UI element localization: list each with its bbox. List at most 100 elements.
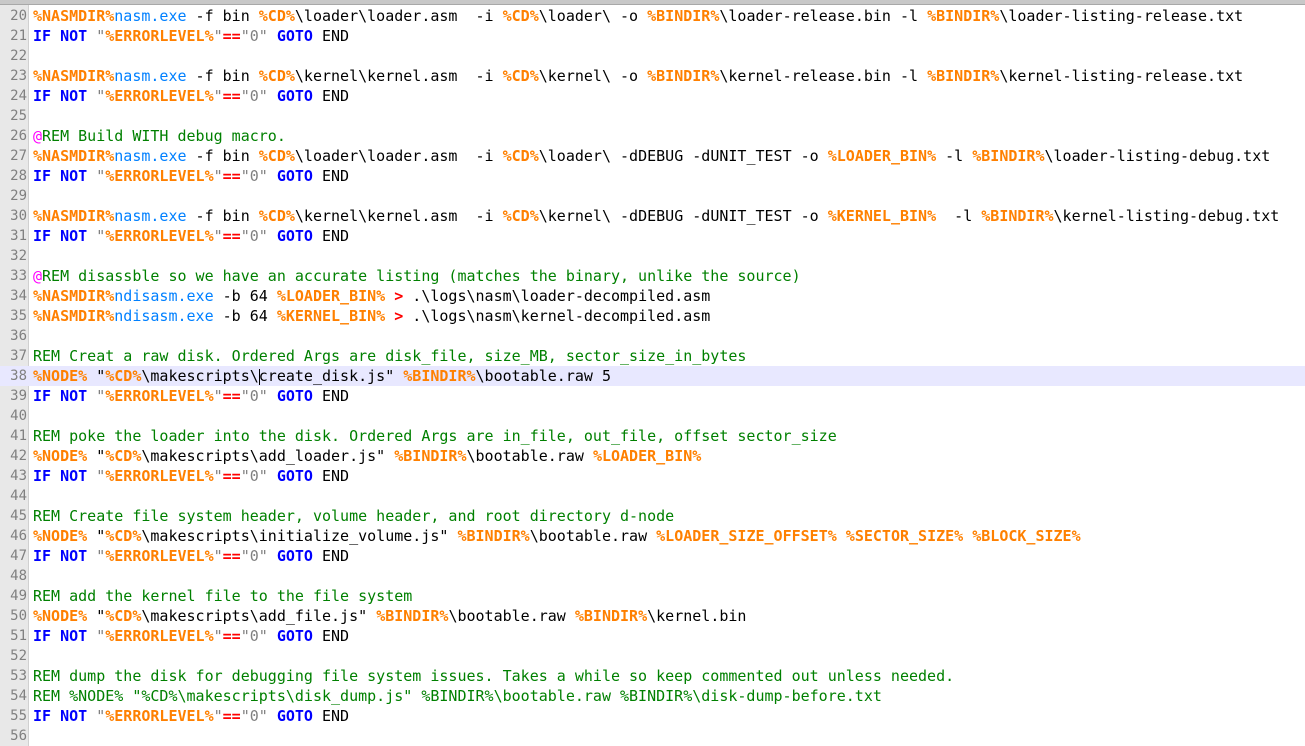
code-line[interactable]: 55 IF NOT "%ERRORLEVEL%"=="0" GOTO END [0, 706, 1305, 726]
code-line[interactable]: 44 [0, 486, 1305, 506]
code-line[interactable]: 43 IF NOT "%ERRORLEVEL%"=="0" GOTO END [0, 466, 1305, 486]
code-text[interactable]: IF NOT "%ERRORLEVEL%"=="0" GOTO END [33, 546, 1305, 566]
code-line[interactable]: 25 [0, 106, 1305, 126]
line-number: 46 [10, 528, 27, 544]
code-line[interactable]: 34 %NASMDIR%ndisasm.exe -b 64 %LOADER_BIN… [0, 286, 1305, 306]
code-text[interactable]: IF NOT "%ERRORLEVEL%"=="0" GOTO END [33, 386, 1305, 406]
variable-token: %NASMDIR% [33, 207, 115, 225]
text-token: \kernel-listing-debug.txt [1053, 207, 1280, 225]
code-line[interactable]: 49 REM add the kernel file to the file sy… [0, 586, 1305, 606]
code-line[interactable]: 23 %NASMDIR%nasm.exe -f bin %CD%\kernel\k… [0, 66, 1305, 86]
code-text[interactable]: REM Create file system header, volume he… [33, 506, 1305, 526]
code-line[interactable]: 56 [0, 726, 1305, 746]
code-line[interactable]: 36 [0, 326, 1305, 346]
code-text[interactable]: REM dump the disk for debugging file sys… [33, 666, 1305, 686]
code-line[interactable]: 33 @REM disassble so we have an accurate … [0, 266, 1305, 286]
code-line[interactable]: 22 [0, 46, 1305, 66]
variable-token: %ERRORLEVEL% [105, 707, 214, 725]
code-line[interactable]: 47 IF NOT "%ERRORLEVEL%"=="0" GOTO END [0, 546, 1305, 566]
text-token: END [312, 167, 350, 185]
code-text[interactable]: IF NOT "%ERRORLEVEL%"=="0" GOTO END [33, 706, 1305, 726]
code-text[interactable]: %NASMDIR%nasm.exe -f bin %CD%\loader\loa… [33, 146, 1305, 166]
code-text[interactable]: IF NOT "%ERRORLEVEL%"=="0" GOTO END [33, 626, 1305, 646]
code-line[interactable]: 39 IF NOT "%ERRORLEVEL%"=="0" GOTO END [0, 386, 1305, 406]
comment-token: REM Creat a raw disk. Ordered Args are d… [33, 347, 747, 365]
code-line[interactable]: 54 REM %NODE% "%CD%\makescripts\disk_dump… [0, 686, 1305, 706]
code-line[interactable]: 46 %NODE% "%CD%\makescripts\initialize_vo… [0, 526, 1305, 546]
line-number: 35 [10, 308, 27, 324]
code-line[interactable]: 30 %NASMDIR%nasm.exe -f bin %CD%\kernel\k… [0, 206, 1305, 226]
code-text[interactable]: IF NOT "%ERRORLEVEL%"=="0" GOTO END [33, 26, 1305, 46]
code-text[interactable]: IF NOT "%ERRORLEVEL%"=="0" GOTO END [33, 226, 1305, 246]
code-text[interactable]: @REM Build WITH debug macro. [33, 126, 1305, 146]
code-line[interactable]: 42 %NODE% "%CD%\makescripts\add_loader.js… [0, 446, 1305, 466]
code-line[interactable]: 32 [0, 246, 1305, 266]
text-token: \kernel-release.bin -l [719, 67, 928, 85]
code-line[interactable]: 35 %NASMDIR%ndisasm.exe -b 64 %KERNEL_BIN… [0, 306, 1305, 326]
string-token: " [213, 547, 223, 565]
code-text[interactable]: REM poke the loader into the disk. Order… [33, 426, 1305, 446]
code-text[interactable]: REM Creat a raw disk. Ordered Args are d… [33, 346, 1305, 366]
code-text[interactable]: %NODE% "%CD%\makescripts\add_file.js" %B… [33, 606, 1305, 626]
text-token: \makescripts\ [141, 367, 259, 385]
line-number: 50 [10, 608, 27, 624]
code-text[interactable]: IF NOT "%ERRORLEVEL%"=="0" GOTO END [33, 86, 1305, 106]
code-text[interactable]: %NASMDIR%nasm.exe -f bin %CD%\loader\loa… [33, 6, 1305, 26]
keyword-token: GOTO [276, 627, 313, 645]
code-text[interactable]: IF NOT "%ERRORLEVEL%"=="0" GOTO END [33, 166, 1305, 186]
code-line[interactable]: 27 %NASMDIR%nasm.exe -f bin %CD%\loader\l… [0, 146, 1305, 166]
code-line[interactable]: 40 [0, 406, 1305, 426]
line-number: 21 [10, 28, 27, 44]
code-line[interactable]: 24 IF NOT "%ERRORLEVEL%"=="0" GOTO END [0, 86, 1305, 106]
variable-token: %CD% [258, 67, 295, 85]
code-text[interactable]: %NODE% "%CD%\makescripts\add_loader.js" … [33, 446, 1305, 466]
code-text[interactable]: %NASMDIR%nasm.exe -f bin %CD%\kernel\ker… [33, 66, 1305, 86]
code-line[interactable]: 20 %NASMDIR%nasm.exe -f bin %CD%\loader\l… [0, 6, 1305, 26]
keyword-token: IF NOT [33, 227, 88, 245]
code-line[interactable]: 28 IF NOT "%ERRORLEVEL%"=="0" GOTO END [0, 166, 1305, 186]
code-line[interactable]: 29 [0, 186, 1305, 206]
string-token: " [213, 707, 223, 725]
code-line[interactable]: 21 IF NOT "%ERRORLEVEL%"=="0" GOTO END [0, 26, 1305, 46]
comment-token: REM add the kernel file to the file syst… [33, 587, 413, 605]
variable-token: %CD% [105, 367, 142, 385]
string-token: " [213, 167, 223, 185]
code-line[interactable]: 45 REM Create file system header, volume … [0, 506, 1305, 526]
code-line[interactable]: 26 @REM Build WITH debug macro. [0, 126, 1305, 146]
code-text[interactable]: IF NOT "%ERRORLEVEL%"=="0" GOTO END [33, 466, 1305, 486]
variable-token: %CD% [258, 147, 295, 165]
string-token: " [213, 87, 223, 105]
command-token: ndisasm.exe [114, 287, 214, 305]
code-line[interactable]: 41 REM poke the loader into the disk. Ord… [0, 426, 1305, 446]
variable-token: %BINDIR% [574, 607, 648, 625]
code-line[interactable]: 31 IF NOT "%ERRORLEVEL%"=="0" GOTO END [0, 226, 1305, 246]
code-line[interactable]: 53 REM dump the disk for debugging file s… [0, 666, 1305, 686]
code-line[interactable]: 48 [0, 566, 1305, 586]
code-line[interactable]: 52 [0, 646, 1305, 666]
code-editor[interactable]: 20 %NASMDIR%nasm.exe -f bin %CD%\loader\l… [0, 6, 1305, 746]
code-line-current[interactable]: 38 %NODE% "%CD%\makescripts\create_disk.j… [0, 366, 1305, 386]
tab-strip[interactable] [0, 0, 1305, 5]
string-token: " [213, 227, 223, 245]
text-token: -f bin [186, 207, 259, 225]
code-text[interactable]: %NASMDIR%nasm.exe -f bin %CD%\kernel\ker… [33, 206, 1305, 226]
code-text[interactable]: @REM disassble so we have an accurate li… [33, 266, 1305, 286]
command-token: nasm.exe [114, 7, 187, 25]
code-text[interactable]: %NASMDIR%ndisasm.exe -b 64 %LOADER_BIN% … [33, 286, 1305, 306]
text-token: END [312, 627, 350, 645]
code-text[interactable]: %NODE% "%CD%\makescripts\create_disk.js"… [33, 366, 1305, 386]
code-line[interactable]: 51 IF NOT "%ERRORLEVEL%"=="0" GOTO END [0, 626, 1305, 646]
code-line[interactable]: 37 REM Creat a raw disk. Ordered Args are… [0, 346, 1305, 366]
code-text[interactable]: REM add the kernel file to the file syst… [33, 586, 1305, 606]
code-text[interactable]: %NASMDIR%ndisasm.exe -b 64 %KERNEL_BIN% … [33, 306, 1305, 326]
code-text[interactable]: REM %NODE% "%CD%\makescripts\disk_dump.j… [33, 686, 1305, 706]
code-text[interactable]: %NODE% "%CD%\makescripts\initialize_volu… [33, 526, 1305, 546]
variable-token: %CD% [258, 7, 295, 25]
code-line[interactable]: 50 %NODE% "%CD%\makescripts\add_file.js" … [0, 606, 1305, 626]
